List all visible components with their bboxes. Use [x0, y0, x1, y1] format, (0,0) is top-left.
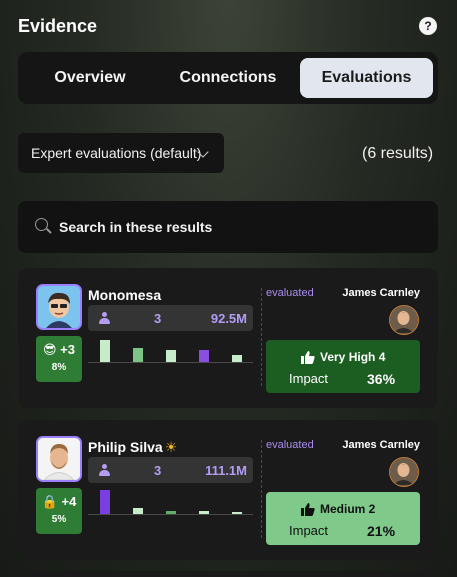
evaluated-label: evaluated [266, 439, 314, 451]
evaluation-filter-dropdown[interactable]: Expert evaluations (default) [18, 133, 224, 173]
tab-connections[interactable]: Connections [162, 58, 294, 98]
impact-level: Medium 2 [320, 502, 376, 516]
distribution-bar [199, 511, 209, 514]
search-icon [35, 218, 48, 231]
score-badge: 😎 +3 8% [36, 336, 82, 382]
distribution-bar [232, 512, 242, 514]
thumbs-up-icon [301, 351, 315, 364]
tab-overview[interactable]: Overview [24, 58, 156, 98]
distribution-bar [166, 511, 176, 514]
impact-box: Medium 2 Impact 21% [266, 492, 420, 545]
badge-score: +3 [60, 342, 75, 357]
thumbs-up-icon [301, 503, 315, 516]
distribution-bar [199, 350, 209, 362]
avatar[interactable] [36, 284, 82, 330]
badge-score: +4 [61, 494, 77, 509]
distribution-bars [88, 488, 253, 515]
item-name[interactable]: Monomesa [88, 287, 161, 303]
distribution-bar [232, 355, 242, 362]
search-placeholder: Search in these results [59, 219, 213, 235]
impact-level: Very High 4 [320, 350, 386, 364]
evaluation-card[interactable] [18, 571, 438, 577]
help-icon[interactable]: ? [419, 17, 437, 35]
bars-baseline [88, 514, 253, 515]
item-name-row[interactable]: Philip Silva ☀ [88, 439, 177, 456]
connection-count: 3 [154, 463, 162, 478]
person-icon [99, 464, 110, 476]
tab-evaluations[interactable]: Evaluations [300, 58, 433, 98]
sun-icon: ☀ [164, 439, 178, 455]
impact-label: Impact [289, 523, 329, 538]
distribution-bar [133, 348, 143, 362]
distribution-bar [100, 490, 110, 514]
item-name: Philip Silva [88, 439, 163, 455]
evaluation-card[interactable]: 😎 +3 8% Monomesa 3 92.5M evaluated James… [18, 268, 438, 408]
impact-percent: 36% [367, 371, 396, 387]
page-title: Evidence [18, 16, 98, 36]
distribution-bar [100, 340, 110, 362]
stats-bar: 3 92.5M [88, 305, 253, 331]
impact-box: Very High 4 Impact 36% [266, 340, 420, 393]
badge-percent: 8% [51, 362, 67, 373]
tab-bar: Overview Connections Evaluations [18, 52, 438, 104]
results-count: (6 results) [362, 145, 434, 162]
value-amount: 92.5M [210, 311, 247, 326]
evaluator-avatar[interactable] [389, 305, 419, 335]
person-icon [99, 312, 110, 324]
stats-bar: 3 111.1M [88, 457, 253, 483]
divider [261, 288, 262, 386]
sunglasses-emoji-icon: 😎 [42, 342, 57, 357]
connection-count: 3 [154, 311, 162, 326]
impact-percent: 21% [367, 523, 396, 539]
distribution-bar [133, 508, 143, 514]
impact-label: Impact [289, 371, 329, 386]
score-badge: 🔒 +4 5% [36, 488, 82, 534]
filter-selected-value: Expert evaluations (default) [31, 145, 202, 161]
search-input[interactable]: Search in these results [18, 201, 438, 253]
distribution-bars [88, 336, 253, 363]
value-amount: 111.1M [205, 463, 247, 478]
bars-baseline [88, 362, 253, 363]
badge-percent: 5% [51, 514, 67, 525]
evaluated-label: evaluated [266, 287, 314, 299]
avatar[interactable] [36, 436, 82, 482]
evaluation-card[interactable]: 🔒 +4 5% Philip Silva ☀ 3 111.1M evaluated… [18, 420, 438, 560]
evaluator-name[interactable]: James Carnley [342, 439, 420, 451]
evaluator-name[interactable]: James Carnley [342, 287, 420, 299]
distribution-bar [166, 350, 176, 362]
evaluator-avatar[interactable] [389, 457, 419, 487]
divider [261, 440, 262, 538]
lock-icon: 🔒 [41, 494, 58, 509]
